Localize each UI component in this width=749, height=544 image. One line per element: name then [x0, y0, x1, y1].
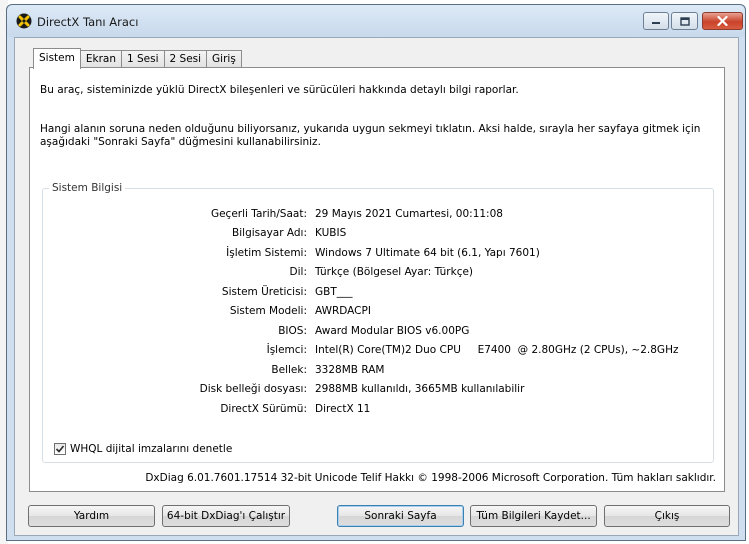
- info-label: Sistem Üreticisi:: [221, 286, 307, 298]
- info-value: GBT___: [315, 286, 353, 298]
- tab-sistem[interactable]: Sistem: [33, 48, 81, 69]
- info-value: Türkçe (Bölgesel Ayar: Türkçe): [315, 266, 474, 278]
- system-info-group: Sistem Bilgisi Geçerli Tarih/Saat: 29 Ma…: [42, 182, 715, 463]
- info-value: Award Modular BIOS v6.00PG: [315, 325, 470, 337]
- tab-ses-2[interactable]: 2 Sesi: [163, 50, 208, 68]
- info-row-language: Dil: Türkçe (Bölgesel Ayar: Türkçe): [43, 266, 715, 282]
- dialog-client-area: Sistem Ekran 1 Sesi 2 Sesi Giriş Bu araç…: [14, 37, 739, 536]
- info-label: Dil:: [289, 266, 307, 278]
- whql-checkbox-row[interactable]: WHQL dijital imzalarını denetle: [54, 443, 232, 455]
- info-row-directx-version: DirectX Sürümü: DirectX 11: [43, 403, 715, 419]
- system-tab-panel: Bu araç, sisteminizde yüklü DirectX bile…: [29, 67, 725, 492]
- info-value: 29 Mayıs 2021 Cumartesi, 00:11:08: [315, 208, 503, 220]
- info-label: Sistem Modeli:: [229, 305, 307, 317]
- instructions-text: Hangi alanın soruna neden olduğunu biliy…: [40, 123, 701, 148]
- tab-ses-1[interactable]: 1 Sesi: [120, 50, 165, 68]
- maximize-button[interactable]: [671, 12, 698, 30]
- info-label: İşletim Sistemi:: [226, 247, 307, 259]
- info-row-model: Sistem Modeli: AWRDACPI: [43, 305, 715, 321]
- info-row-datetime: Geçerli Tarih/Saat: 29 Mayıs 2021 Cumart…: [43, 208, 715, 224]
- checkmark-icon: [55, 445, 65, 453]
- info-row-computer-name: Bilgisayar Adı: KUBIS: [43, 227, 715, 243]
- dxdiag-window: DirectX Tanı Aracı Sistem Ekran 1 Sesi 2…: [6, 4, 746, 541]
- info-label: DirectX Sürümü:: [220, 403, 307, 415]
- copyright-text: DxDiag 6.01.7601.17514 32-bit Unicode Te…: [145, 472, 716, 484]
- info-label: Bilgisayar Adı:: [232, 227, 307, 239]
- info-value: Intel(R) Core(TM)2 Duo CPU E7400 @ 2.80G…: [315, 344, 679, 356]
- info-row-page-file: Disk belleği dosyası: 2988MB kullanıldı,…: [43, 383, 715, 399]
- whql-checkbox-label[interactable]: WHQL dijital imzalarını denetle: [70, 443, 232, 455]
- group-title: Sistem Bilgisi: [49, 182, 126, 194]
- tab-strip: Sistem Ekran 1 Sesi 2 Sesi Giriş: [33, 48, 242, 69]
- info-row-os: İşletim Sistemi: Windows 7 Ultimate 64 b…: [43, 247, 715, 263]
- directx-icon: [16, 13, 32, 29]
- maximize-icon: [679, 16, 690, 26]
- info-label: BIOS:: [278, 325, 307, 337]
- help-button[interactable]: Yardım: [28, 505, 155, 527]
- info-row-processor: İşlemci: Intel(R) Core(TM)2 Duo CPU E740…: [43, 344, 715, 360]
- close-icon: [717, 16, 728, 26]
- run-64bit-dxdiag-button[interactable]: 64-bit DxDiag'ı Çalıştır: [162, 505, 290, 527]
- info-value: 3328MB RAM: [315, 364, 385, 376]
- intro-text: Bu araç, sisteminizde yüklü DirectX bile…: [40, 84, 519, 96]
- info-label: İşlemci:: [266, 344, 307, 356]
- minimize-button[interactable]: [643, 12, 669, 30]
- info-row-bios: BIOS: Award Modular BIOS v6.00PG: [43, 325, 715, 341]
- info-value: KUBIS: [315, 227, 347, 239]
- info-row-memory: Bellek: 3328MB RAM: [43, 364, 715, 380]
- window-title: DirectX Tanı Aracı: [37, 15, 139, 29]
- info-label: Disk belleği dosyası:: [199, 383, 307, 395]
- tab-ekran[interactable]: Ekran: [79, 50, 122, 68]
- whql-checkbox[interactable]: [54, 443, 66, 455]
- close-button[interactable]: [702, 12, 743, 30]
- info-value: AWRDACPI: [315, 305, 371, 317]
- next-page-button[interactable]: Sonraki Sayfa: [337, 505, 464, 527]
- info-value: Windows 7 Ultimate 64 bit (6.1, Yapı 760…: [315, 247, 540, 259]
- tab-giris[interactable]: Giriş: [206, 50, 242, 68]
- info-value: DirectX 11: [315, 403, 371, 415]
- minimize-icon: [652, 22, 660, 24]
- save-all-info-button[interactable]: Tüm Bilgileri Kaydet...: [470, 505, 597, 527]
- info-label: Geçerli Tarih/Saat:: [210, 208, 307, 220]
- info-label: Bellek:: [271, 364, 307, 376]
- info-value: 2988MB kullanıldı, 3665MB kullanılabilir: [315, 383, 525, 395]
- title-bar[interactable]: DirectX Tanı Aracı: [7, 5, 745, 37]
- exit-button[interactable]: Çıkış: [604, 505, 730, 527]
- info-row-manufacturer: Sistem Üreticisi: GBT___: [43, 286, 715, 302]
